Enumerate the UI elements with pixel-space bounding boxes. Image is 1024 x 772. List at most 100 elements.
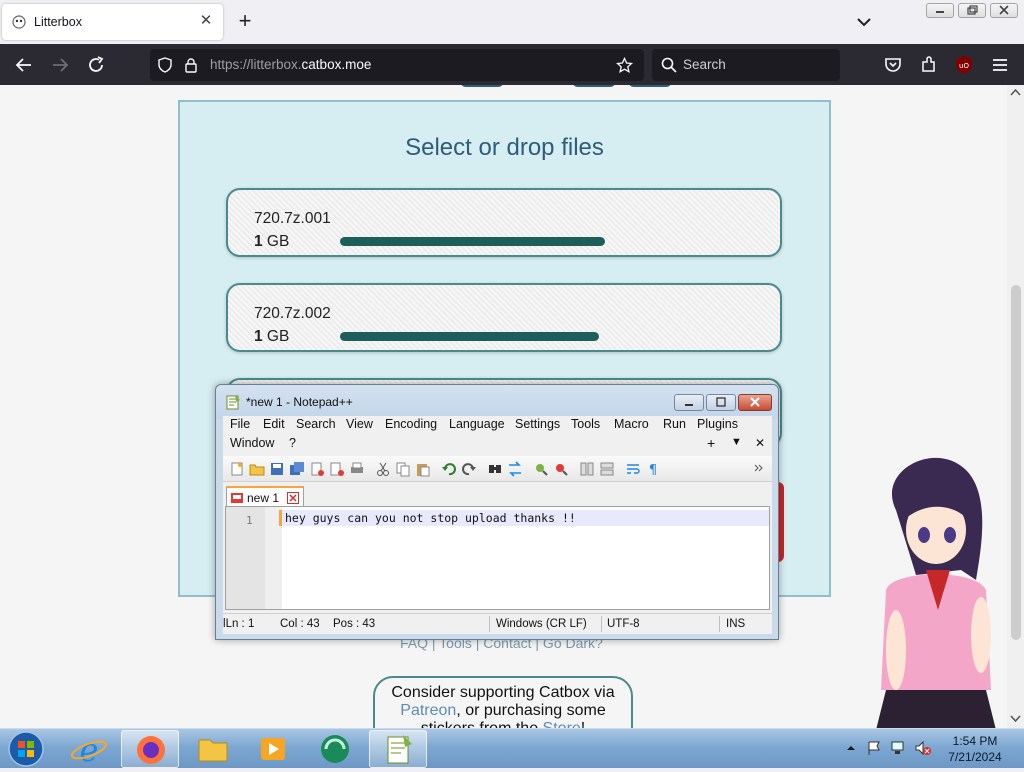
minimize-button[interactable] [926, 3, 954, 18]
support-line-3: stickers from the Store! [375, 720, 631, 728]
zoom-out-icon[interactable] [553, 461, 569, 477]
menu-window[interactable]: Window [230, 436, 274, 450]
npp-maximize-button[interactable] [706, 394, 736, 411]
sync-horizontal-icon[interactable] [599, 461, 615, 477]
volume-muted-icon[interactable] [914, 740, 932, 756]
show-all-chars-icon[interactable]: ¶ [645, 461, 661, 477]
menu-macro[interactable]: Macro [614, 417, 649, 431]
url-host: catbox.moe [301, 57, 372, 72]
close-file-icon[interactable] [309, 461, 325, 477]
status-encoding[interactable]: UTF-8 [607, 618, 640, 630]
word-wrap-icon[interactable] [625, 461, 641, 477]
reload-icon[interactable] [85, 54, 107, 76]
patreon-link[interactable]: Patreon [400, 702, 456, 719]
firefox-taskbar-button[interactable] [121, 730, 179, 768]
restore-button[interactable] [958, 3, 986, 18]
npp-minimize-button[interactable] [674, 394, 704, 411]
tab-close-icon[interactable]: ✕ [199, 13, 213, 29]
npp-tab-list-down-icon[interactable]: ▼ [731, 436, 742, 448]
menu-file[interactable]: File [230, 417, 250, 431]
find-icon[interactable] [487, 461, 503, 477]
menu-edit[interactable]: Edit [263, 417, 285, 431]
list-all-tabs-chevron-icon[interactable] [854, 12, 874, 32]
lock-icon[interactable] [183, 57, 199, 73]
tracking-shield-icon[interactable] [157, 57, 173, 73]
npp-editor[interactable]: 1 hey guys can you not stop upload thank… [225, 506, 770, 610]
sync-vertical-icon[interactable] [579, 461, 595, 477]
media-player-icon[interactable] [244, 730, 302, 768]
npp-close-doc-icon[interactable]: ✕ [755, 436, 765, 450]
npp-new-tab-plus-icon[interactable]: + [707, 435, 715, 451]
menu-settings[interactable]: Settings [515, 417, 560, 431]
nav-button-partial[interactable] [460, 85, 504, 87]
system-clock[interactable]: 1:54 PM 7/21/2024 [940, 733, 1010, 765]
url-prefix: https://litterbox. [210, 57, 302, 72]
file-explorer-folder-icon[interactable] [184, 730, 242, 768]
show-hidden-icons-arrow-icon[interactable] [846, 743, 856, 753]
menu-run[interactable]: Run [663, 417, 686, 431]
action-center-flag-icon[interactable] [866, 740, 882, 756]
save-icon[interactable] [269, 461, 285, 477]
editor-text[interactable]: hey guys can you not stop upload thanks … [285, 511, 576, 525]
tab-title: Litterbox [34, 15, 82, 29]
npp-tab-bar: new 1 [223, 484, 772, 506]
undo-icon[interactable] [441, 461, 457, 477]
tab-litterbox[interactable]: Litterbox ✕ [2, 4, 223, 40]
close-window-button[interactable] [990, 3, 1018, 18]
green-app-icon[interactable] [306, 730, 364, 768]
save-all-icon[interactable] [289, 461, 305, 477]
nav-button-partial[interactable] [572, 85, 616, 87]
change-history-marker [279, 510, 282, 526]
nav-button-partial[interactable] [628, 85, 672, 87]
paste-icon[interactable] [415, 461, 431, 477]
file-name: 720.7z.002 [254, 305, 331, 322]
store-link[interactable]: Store [543, 720, 581, 728]
back-arrow-icon[interactable] [13, 54, 35, 76]
menu-encoding[interactable]: Encoding [385, 417, 437, 431]
pocket-icon[interactable] [882, 54, 904, 76]
notepad-plus-plus-taskbar-button[interactable] [369, 730, 427, 768]
copy-icon[interactable] [395, 461, 411, 477]
menu-search[interactable]: Search [296, 417, 336, 431]
forward-arrow-icon[interactable] [49, 54, 71, 76]
toolbar-overflow-chevron-icon[interactable] [753, 461, 765, 477]
menu-view[interactable]: View [346, 417, 373, 431]
url-text: https://litterbox.catbox.moe [210, 57, 371, 72]
open-folder-icon[interactable] [249, 461, 265, 477]
file-size: 1 GB [254, 233, 290, 250]
print-icon[interactable] [349, 461, 365, 477]
new-file-icon[interactable] [229, 461, 245, 477]
support-box: Consider supporting Catbox via Patreon, … [373, 676, 633, 728]
bookmark-star-icon[interactable] [616, 57, 633, 74]
menu-plugins[interactable]: Plugins [697, 417, 738, 431]
status-insert-mode[interactable]: INS [726, 618, 745, 630]
npp-tab-close-icon[interactable] [287, 492, 299, 504]
notepad-plus-plus-window[interactable]: *new 1 - Notepad++ File Edit Search View… [215, 384, 779, 640]
search-bar[interactable]: Search [652, 49, 840, 81]
close-all-icon[interactable] [329, 461, 345, 477]
address-bar[interactable]: https://litterbox.catbox.moe [150, 49, 644, 81]
status-eol[interactable]: Windows (CR LF) [496, 618, 587, 630]
redo-icon[interactable] [461, 461, 477, 477]
new-tab-button[interactable]: + [234, 10, 256, 32]
start-orb-icon[interactable] [6, 730, 46, 768]
cut-icon[interactable] [375, 461, 391, 477]
npp-titlebar[interactable]: *new 1 - Notepad++ [216, 385, 778, 419]
network-icon[interactable] [890, 740, 908, 756]
hamburger-menu-icon[interactable] [989, 54, 1011, 76]
extensions-puzzle-icon[interactable] [918, 54, 940, 76]
zoom-in-icon[interactable] [533, 461, 549, 477]
menu-tools[interactable]: Tools [571, 417, 600, 431]
scroll-up-arrow-icon[interactable] [1010, 88, 1021, 96]
scrollbar-thumb[interactable] [1011, 285, 1021, 640]
npp-close-button[interactable] [738, 394, 772, 411]
replace-icon[interactable] [507, 461, 523, 477]
menu-language[interactable]: Language [449, 417, 505, 431]
internet-explorer-icon[interactable]: e [60, 730, 118, 768]
menu-help[interactable]: ? [289, 436, 296, 450]
ublock-origin-icon[interactable]: uO [953, 54, 975, 76]
scroll-down-arrow-icon[interactable] [1010, 715, 1021, 723]
page-scrollbar[interactable] [1007, 85, 1024, 728]
npp-tab-new1[interactable]: new 1 [226, 486, 304, 506]
svg-text:uO: uO [959, 62, 969, 70]
